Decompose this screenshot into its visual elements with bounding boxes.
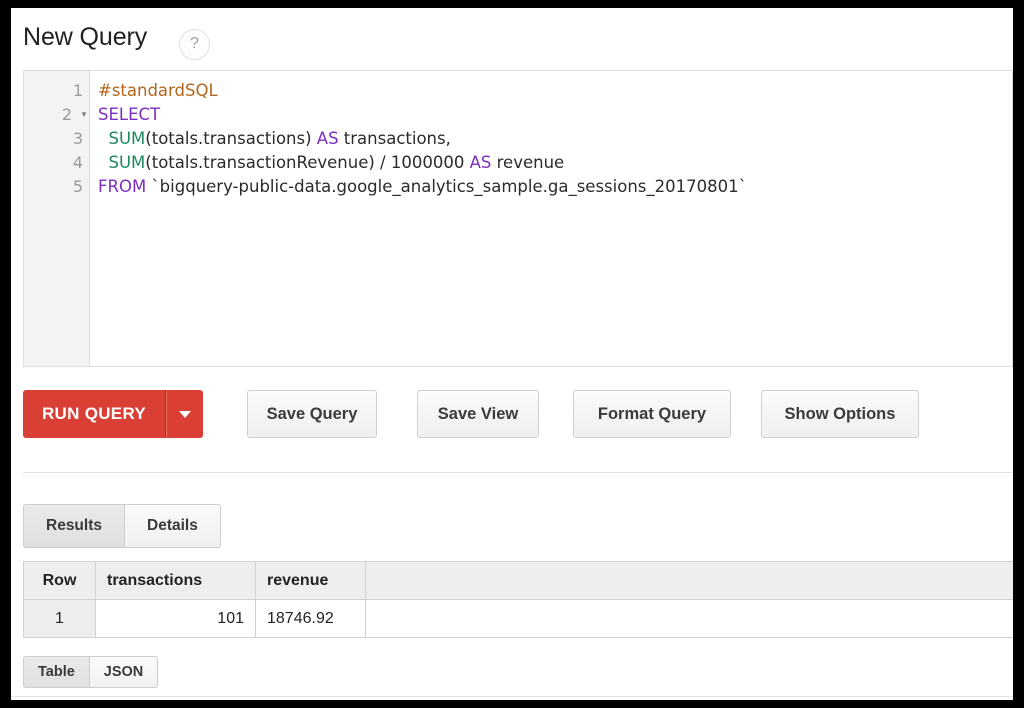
save-view-button[interactable]: Save View xyxy=(417,390,539,438)
run-query-button[interactable]: RUN QUERY xyxy=(23,390,166,438)
bigquery-console-frame: New Query ? 1 2 ▾ 3 4 5 #standardSQL SELECT SU… xyxy=(11,8,1013,700)
format-query-button[interactable]: Format Query xyxy=(573,390,731,438)
code-token-keyword: SELECT xyxy=(98,105,161,124)
code-token-keyword: AS xyxy=(469,153,492,172)
code-token-plain: `bigquery-public-data.google_analytics_s… xyxy=(146,177,747,196)
code-token-keyword: AS xyxy=(316,129,339,148)
table-row: 1 101 18746.92 xyxy=(23,599,1013,638)
code-token-func: SUM xyxy=(108,129,146,148)
code-fold-toggle-icon[interactable]: ▾ xyxy=(78,103,90,127)
code-line-2: SELECT xyxy=(98,103,1012,127)
cell-filler xyxy=(365,599,1013,638)
save-query-button[interactable]: Save Query xyxy=(247,390,377,438)
cell-transactions: 101 xyxy=(95,599,256,638)
code-token-plain: transactions, xyxy=(338,129,451,148)
gutter-line-3: 3 xyxy=(72,129,83,148)
tab-details[interactable]: Details xyxy=(125,504,221,548)
show-options-button[interactable]: Show Options xyxy=(761,390,919,438)
column-header-revenue: revenue xyxy=(255,561,366,600)
gutter-line-2: 2 ▾ xyxy=(24,103,89,127)
code-token-number: 1000000 xyxy=(390,153,465,172)
editor-code-area[interactable]: #standardSQL SELECT SUM(totals.transactio… xyxy=(90,71,1012,366)
bottom-rule xyxy=(11,696,1013,697)
result-format-toggle: Table JSON xyxy=(23,656,159,688)
code-token-func: SUM xyxy=(108,153,146,172)
editor-gutter: 1 2 ▾ 3 4 5 xyxy=(24,71,90,366)
code-token-comment: #standardSQL xyxy=(98,81,218,100)
cell-row-index: 1 xyxy=(23,599,96,638)
page-title: New Query xyxy=(23,23,148,51)
code-line-3: SUM(totals.transactions) AS transactions… xyxy=(98,127,1012,151)
gutter-line-4: 4 xyxy=(72,153,83,172)
question-mark-icon[interactable]: ? xyxy=(179,29,210,60)
page-header: New Query ? xyxy=(11,8,1013,70)
gutter-line-5: 5 xyxy=(72,177,83,196)
table-header-row: Row transactions revenue xyxy=(23,561,1013,600)
cell-revenue: 18746.92 xyxy=(255,599,366,638)
tab-results[interactable]: Results xyxy=(23,504,125,548)
column-header-filler xyxy=(365,561,1013,600)
caret-down-icon xyxy=(179,411,191,418)
results-table-head: Row transactions revenue xyxy=(23,561,1013,600)
code-line-4: SUM(totals.transactionRevenue) / 1000000… xyxy=(98,151,1012,175)
column-header-row: Row xyxy=(23,561,96,600)
toggle-table-view[interactable]: Table xyxy=(23,656,90,688)
section-divider xyxy=(23,472,1013,473)
code-token-keyword: FROM xyxy=(98,177,147,196)
code-line-1: #standardSQL xyxy=(98,79,1012,103)
code-line-5: FROM `bigquery-public-data.google_analyt… xyxy=(98,175,1012,199)
code-token-plain: revenue xyxy=(491,153,565,172)
results-tab-bar: Results Details xyxy=(23,504,221,548)
column-header-transactions: transactions xyxy=(95,561,256,600)
code-token-plain: (totals.transactions) xyxy=(145,129,317,148)
run-query-group[interactable]: RUN QUERY xyxy=(23,390,203,438)
results-table: Row transactions revenue 1 101 18746.92 xyxy=(23,561,1013,638)
sql-editor[interactable]: 1 2 ▾ 3 4 5 #standardSQL SELECT SUM(totals.tra… xyxy=(23,70,1013,367)
gutter-line-1: 1 xyxy=(72,81,83,100)
toggle-json-view[interactable]: JSON xyxy=(89,656,159,688)
run-query-dropdown-button[interactable] xyxy=(166,390,203,438)
code-token-plain: (totals.transactionRevenue) / xyxy=(145,153,391,172)
results-table-body: 1 101 18746.92 xyxy=(23,599,1013,638)
